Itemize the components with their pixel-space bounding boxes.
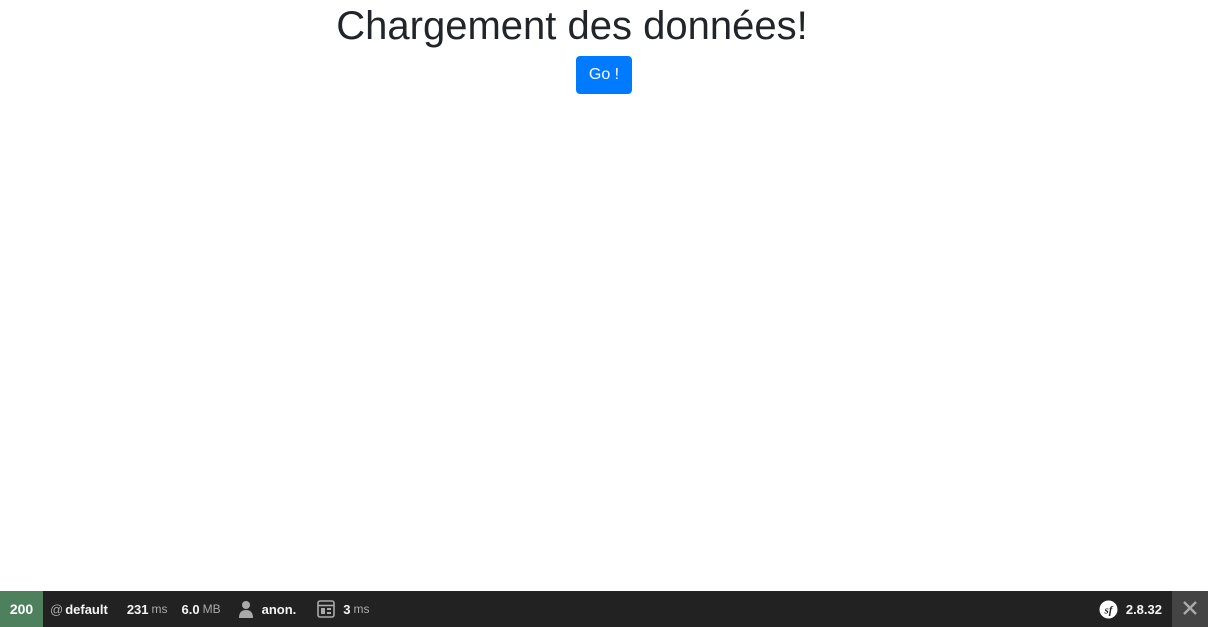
symfony-version: 2.8.32 [1125, 601, 1162, 617]
debug-toolbar: 200 @ default 231 ms 6.0 MB anon. 3 ms s… [0, 591, 1208, 627]
user-name: anon. [261, 601, 297, 617]
status-code: 200 [9, 601, 34, 617]
twig-value: 3 [343, 601, 351, 617]
close-icon [1182, 600, 1198, 619]
twig-unit: ms [353, 602, 370, 616]
time-unit: ms [151, 602, 168, 616]
status-code-badge[interactable]: 200 [0, 591, 43, 627]
twig-item[interactable]: 3 ms [303, 591, 376, 627]
time-value: 231 [126, 601, 149, 617]
symfony-logo-icon: sf [1099, 600, 1118, 619]
go-button[interactable]: Go ! [576, 56, 632, 94]
memory-value: 6.0 [181, 601, 200, 617]
symfony-item[interactable]: sf 2.8.32 [1092, 591, 1172, 627]
route-item[interactable]: @ default [43, 591, 115, 627]
svg-text:sf: sf [1103, 604, 1113, 616]
user-icon [238, 600, 254, 618]
page: Chargement des données! Go ! 200 @ defau… [0, 0, 1208, 627]
close-toolbar-button[interactable] [1172, 591, 1208, 627]
twig-icon [317, 600, 336, 618]
memory-item[interactable]: 6.0 MB [175, 591, 228, 627]
memory-unit: MB [202, 602, 221, 616]
page-title: Chargement des données! [336, 4, 808, 48]
user-item[interactable]: anon. [228, 591, 304, 627]
route-name: default [65, 601, 108, 617]
time-item[interactable]: 231 ms [115, 591, 175, 627]
route-prefix: @ [50, 601, 64, 617]
main-content: Chargement des données! [0, 0, 1144, 48]
